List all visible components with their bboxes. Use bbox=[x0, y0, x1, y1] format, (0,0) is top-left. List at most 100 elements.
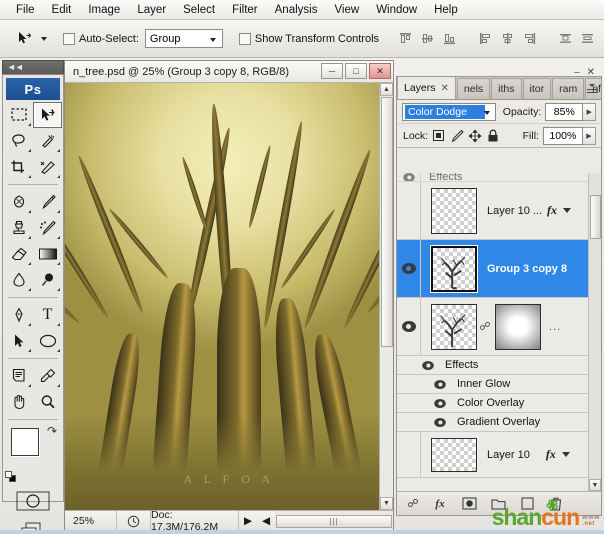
tool-notes[interactable] bbox=[4, 363, 33, 389]
chevron-down-icon[interactable] bbox=[563, 208, 571, 213]
fill-stepper[interactable]: ▶ bbox=[583, 127, 596, 145]
layer-effect-row[interactable]: Gradient Overlay bbox=[397, 413, 601, 432]
tool-brush[interactable] bbox=[33, 189, 62, 215]
tool-path-selection[interactable] bbox=[4, 328, 33, 354]
menu-item-file[interactable]: File bbox=[8, 2, 44, 18]
lock-transparent-pixels-icon[interactable] bbox=[431, 128, 446, 144]
tool-dodge[interactable] bbox=[33, 267, 62, 293]
tab-channels[interactable]: nels bbox=[457, 78, 490, 99]
lock-all-icon[interactable] bbox=[485, 128, 500, 144]
play-triangle-icon[interactable]: ▶ bbox=[239, 515, 257, 527]
layer-name[interactable]: Group 3 copy 8 bbox=[487, 263, 567, 275]
close-button[interactable]: ✕ bbox=[369, 63, 391, 79]
tool-zoom[interactable] bbox=[33, 389, 62, 415]
add-layer-style-fx-icon[interactable]: fx bbox=[432, 496, 448, 512]
maximize-button[interactable]: □ bbox=[345, 63, 367, 79]
layer-effects-fx-icon[interactable]: fx bbox=[547, 203, 557, 218]
visibility-toggle[interactable] bbox=[397, 432, 421, 477]
horizontal-scroll-thumb[interactable]: ||| bbox=[276, 515, 392, 528]
layer-thumbnail[interactable] bbox=[431, 304, 477, 350]
tool-crop[interactable] bbox=[4, 154, 33, 180]
tool-hand[interactable] bbox=[4, 389, 33, 415]
table-row[interactable]: Layer 10 ... fx bbox=[397, 182, 601, 240]
align-vertical-centers-icon[interactable] bbox=[417, 29, 437, 49]
visibility-toggle[interactable] bbox=[397, 413, 449, 431]
visibility-toggle[interactable] bbox=[397, 240, 421, 297]
auto-select-dropdown[interactable]: Group bbox=[145, 29, 223, 48]
tool-slice[interactable] bbox=[33, 154, 62, 180]
layer-list-scroll-thumb[interactable] bbox=[590, 195, 601, 239]
vertical-scroll-thumb[interactable] bbox=[381, 97, 393, 347]
menu-item-layer[interactable]: Layer bbox=[129, 2, 175, 18]
distribute-bottom-edges-icon[interactable] bbox=[599, 29, 604, 49]
scroll-down-arrow-icon[interactable]: ▼ bbox=[589, 479, 601, 491]
visibility-toggle[interactable] bbox=[397, 375, 449, 393]
tool-type[interactable]: T bbox=[33, 302, 62, 328]
minimize-button[interactable]: ─ bbox=[321, 63, 343, 79]
visibility-toggle[interactable] bbox=[397, 182, 421, 239]
chevron-down-icon[interactable] bbox=[41, 37, 47, 41]
tool-history-brush[interactable] bbox=[33, 215, 62, 241]
add-layer-mask-icon[interactable] bbox=[461, 496, 477, 512]
visibility-toggle[interactable] bbox=[397, 394, 449, 412]
preview-clock-icon[interactable] bbox=[117, 511, 151, 531]
tab-history[interactable]: itor bbox=[523, 78, 552, 99]
layer-list-scrollbar[interactable]: ▼ bbox=[588, 173, 601, 491]
double-chevron-left-icon[interactable]: ◄◄ bbox=[7, 63, 23, 72]
fill-input[interactable]: 100% bbox=[543, 127, 583, 145]
zoom-level-field[interactable]: 25% bbox=[65, 511, 117, 531]
layer-thumbnail[interactable] bbox=[431, 188, 477, 234]
lock-image-pixels-icon[interactable] bbox=[449, 128, 464, 144]
panel-menu-icon[interactable] bbox=[582, 81, 598, 95]
tool-lasso[interactable] bbox=[4, 128, 33, 154]
align-top-edges-icon[interactable] bbox=[395, 29, 415, 49]
table-row[interactable]: Group 3 copy 8 bbox=[397, 240, 601, 298]
toolbox-header[interactable]: ◄◄ bbox=[2, 60, 64, 74]
document-canvas[interactable]: A L F O A bbox=[65, 83, 393, 510]
layer-thumbnail[interactable] bbox=[431, 438, 477, 472]
close-icon[interactable]: ✕ bbox=[441, 83, 449, 94]
menu-item-analysis[interactable]: Analysis bbox=[267, 2, 327, 18]
tool-move[interactable] bbox=[33, 102, 62, 128]
tool-gradient[interactable] bbox=[33, 241, 62, 267]
tool-ellipse-shape[interactable] bbox=[33, 328, 62, 354]
menu-item-view[interactable]: View bbox=[326, 2, 368, 18]
visibility-toggle[interactable] bbox=[397, 356, 437, 374]
tool-pen[interactable] bbox=[4, 302, 33, 328]
tool-eyedropper[interactable] bbox=[33, 363, 62, 389]
layer-name[interactable]: Layer 10 ... bbox=[487, 205, 542, 217]
visibility-toggle[interactable] bbox=[397, 173, 421, 181]
tool-eraser[interactable] bbox=[4, 241, 33, 267]
tool-clone-stamp[interactable] bbox=[4, 215, 33, 241]
menu-item-edit[interactable]: Edit bbox=[44, 2, 81, 18]
align-bottom-edges-icon[interactable] bbox=[439, 29, 459, 49]
layer-effect-row[interactable]: Inner Glow bbox=[397, 375, 601, 394]
layer-effects-header-row[interactable]: Effects bbox=[397, 356, 601, 375]
link-layers-icon[interactable]: ☍ bbox=[405, 496, 421, 512]
scroll-up-arrow-icon[interactable]: ▲ bbox=[380, 83, 393, 96]
menu-item-window[interactable]: Window bbox=[368, 2, 426, 18]
align-left-edges-icon[interactable] bbox=[475, 29, 495, 49]
quick-mask-button[interactable] bbox=[3, 486, 63, 516]
align-right-edges-icon[interactable] bbox=[519, 29, 539, 49]
layer-list[interactable]: Effects Layer 10 ... fx bbox=[397, 173, 601, 491]
distribute-vertical-centers-icon[interactable] bbox=[577, 29, 597, 49]
opacity-stepper[interactable]: ▶ bbox=[583, 103, 596, 121]
tool-spot-healing[interactable] bbox=[4, 189, 33, 215]
active-tool-preset[interactable] bbox=[12, 28, 47, 50]
layer-name[interactable]: Layer 10 bbox=[487, 449, 530, 461]
tool-marquee[interactable] bbox=[4, 102, 33, 128]
new-layer-icon[interactable] bbox=[519, 496, 535, 512]
delete-layer-icon[interactable] bbox=[548, 496, 564, 512]
document-title-bar[interactable]: n_tree.psd @ 25% (Group 3 copy 8, RGB/8)… bbox=[65, 61, 393, 83]
visibility-toggle[interactable] bbox=[397, 298, 421, 355]
opacity-input[interactable]: 85% bbox=[545, 103, 583, 121]
menu-item-select[interactable]: Select bbox=[175, 2, 224, 18]
foreground-color-swatch[interactable] bbox=[11, 428, 39, 456]
left-arrow-icon[interactable]: ◀ bbox=[257, 515, 275, 527]
tab-paths[interactable]: iths bbox=[491, 78, 521, 99]
layer-mask-thumbnail[interactable] bbox=[495, 304, 541, 350]
menu-item-filter[interactable]: Filter bbox=[224, 2, 267, 18]
show-transform-checkbox[interactable] bbox=[239, 33, 251, 45]
canvas-vertical-scrollbar[interactable]: ▲ ▼ bbox=[379, 83, 393, 510]
